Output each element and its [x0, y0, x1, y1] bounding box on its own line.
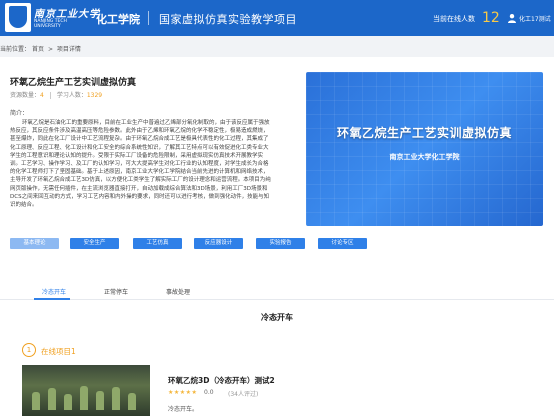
banner-pattern	[306, 72, 543, 226]
intro-text: 环氧乙烷是石油化工的重要原料，目前在工业生产中普遍过乙烯部分氧化制取的，由于该反…	[10, 120, 271, 209]
safety-production-button[interactable]: 安全生产	[70, 238, 119, 249]
project-thumbnail[interactable]	[22, 365, 150, 416]
stats-divider	[49, 92, 51, 99]
university-logo-icon[interactable]	[5, 3, 31, 32]
tab-cold-start[interactable]: 冷态开车	[42, 287, 66, 296]
discussion-button[interactable]: 讨论专区	[318, 238, 367, 249]
project-description: 冷态开车。	[168, 406, 199, 413]
intro-label: 简介：	[10, 110, 29, 117]
banner-title: 环氧乙烷生产工艺实训虚拟仿真	[336, 126, 512, 140]
logo-emblem-icon	[9, 6, 27, 28]
online-count-value: 12	[482, 10, 500, 26]
university-name: 南京工业大学	[34, 9, 100, 20]
course-banner: 环氧乙烷生产工艺实训虚拟仿真 南京工业大学化工学院	[306, 72, 543, 226]
project-tabs-panel: 冷态开车 正常停车 事故处理 冷态开车 1 在线项目1 环氧乙烷3D（冷态开车）…	[0, 281, 554, 416]
reactor-design-button[interactable]: 反应器设计	[194, 238, 243, 249]
thumb-plant	[32, 392, 40, 410]
project-name[interactable]: 环氧乙烷3D（冷态开车）测试2	[168, 375, 275, 386]
breadcrumb-current: 项目详情	[56, 46, 81, 53]
thumb-plant	[80, 386, 88, 410]
thumb-plant	[64, 394, 72, 410]
university-name-en: NANJING TECH UNIVERSITY	[34, 19, 67, 29]
breadcrumb: 当前位置： 首页 > 项目详情	[0, 44, 83, 53]
learners-label: 学习人数：	[56, 92, 87, 99]
tab-normal-shutdown[interactable]: 正常停车	[104, 287, 128, 296]
top-header: 南京工业大学 NANJING TECH UNIVERSITY 化工学院 国家虚拟…	[0, 0, 554, 36]
active-tab-indicator	[34, 298, 70, 300]
basic-theory-button[interactable]: 基本理论	[10, 238, 59, 249]
learners-value: 1329	[86, 92, 103, 99]
lab-report-button[interactable]: 实验报告	[256, 238, 305, 249]
project-label: 在线项目1	[41, 347, 76, 356]
thumb-plant	[48, 388, 56, 410]
breadcrumb-home[interactable]: 首页	[32, 46, 44, 53]
section-title: 冷态开车	[261, 313, 293, 322]
thumb-plant	[112, 387, 120, 410]
thumb-plant	[96, 391, 104, 410]
breadcrumb-prefix: 当前位置：	[0, 46, 31, 53]
site-title: 国家虚拟仿真实验教学项目	[159, 13, 297, 26]
tab-bar: 冷态开车 正常停车 事故处理	[0, 281, 554, 300]
user-icon[interactable]	[507, 13, 517, 23]
review-count: (34人评过)	[228, 391, 259, 398]
course-title: 环氧乙烷生产工艺实训虚拟仿真	[10, 78, 137, 88]
thumb-plant	[128, 393, 136, 410]
resources-value: 4	[40, 92, 44, 99]
tab-accident-handling[interactable]: 事故处理	[166, 287, 190, 296]
college-name[interactable]: 化工学院	[96, 11, 140, 27]
banner-subtitle: 南京工业大学化工学院	[389, 153, 460, 161]
header-divider	[148, 11, 149, 25]
online-count-label: 当前在线人数	[433, 15, 475, 23]
rating-score: 0.0	[204, 389, 214, 396]
user-name[interactable]: 化工17测试	[519, 14, 551, 23]
breadcrumb-separator: >	[47, 46, 53, 53]
process-simulation-button[interactable]: 工艺仿真	[133, 238, 182, 249]
rating-stars-icon: ★★★★★	[168, 389, 198, 396]
course-detail-panel: 环氧乙烷生产工艺实训虚拟仿真 资源数量：4 学习人数：1329 简介： 环氧乙烷是…	[0, 57, 554, 287]
project-index-badge: 1	[22, 343, 36, 357]
course-stats: 资源数量：4 学习人数：1329	[10, 90, 102, 99]
resources-label: 资源数量：	[10, 92, 41, 99]
